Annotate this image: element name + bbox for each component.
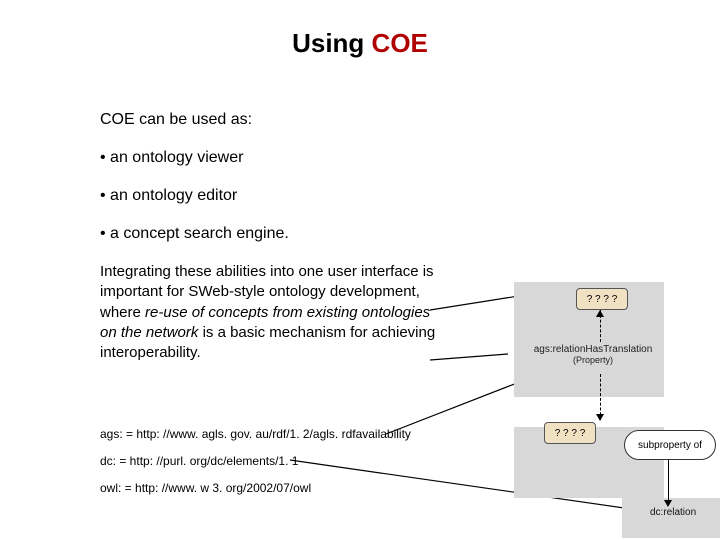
- node-bot: ? ? ? ?: [544, 422, 596, 444]
- bullet-3: • a concept search engine.: [100, 224, 440, 244]
- prefix-dc: dc: = http: //purl. org/dc/elements/1. 1: [100, 455, 411, 468]
- slide: Using COE COE can be used as: • an ontol…: [0, 0, 720, 540]
- intro-line: COE can be used as:: [100, 110, 440, 130]
- body-text: COE can be used as: • an ontology viewer…: [100, 110, 440, 381]
- edge-label-line2: (Property): [573, 355, 613, 365]
- title-coe: COE: [372, 28, 428, 58]
- arrowhead-up-icon: [596, 310, 604, 317]
- arrowhead-dcrel-icon: [664, 500, 672, 507]
- diagram: ? ? ? ? ags:relationHasTranslation (Prop…: [500, 282, 720, 540]
- arrowhead-down-icon: [596, 414, 604, 421]
- bullet-1: • an ontology viewer: [100, 148, 440, 168]
- edge-label-line1: ags:relationHasTranslation: [534, 344, 653, 355]
- prefix-owl: owl: = http: //www. w 3. org/2002/07/owl: [100, 482, 411, 495]
- bullet-list: • an ontology viewer • an ontology edito…: [100, 148, 440, 244]
- slide-title: Using COE: [0, 28, 720, 59]
- diagram-bg-top: [514, 282, 664, 498]
- integration-paragraph: Integrating these abilities into one use…: [100, 262, 440, 363]
- title-using: Using: [292, 28, 371, 58]
- dc-relation-label: dc:relation: [650, 507, 696, 518]
- prefix-ags: ags: = http: //www. agls. gov. au/rdf/1.…: [100, 428, 411, 441]
- bullet-2: • an ontology editor: [100, 186, 440, 206]
- edge-label: ags:relationHasTranslation (Property): [524, 344, 662, 366]
- edge-solid-1: [668, 460, 669, 502]
- subproperty-ellipse: subproperty of: [624, 430, 716, 460]
- node-top: ? ? ? ?: [576, 288, 628, 310]
- prefix-list: ags: = http: //www. agls. gov. au/rdf/1.…: [100, 428, 411, 510]
